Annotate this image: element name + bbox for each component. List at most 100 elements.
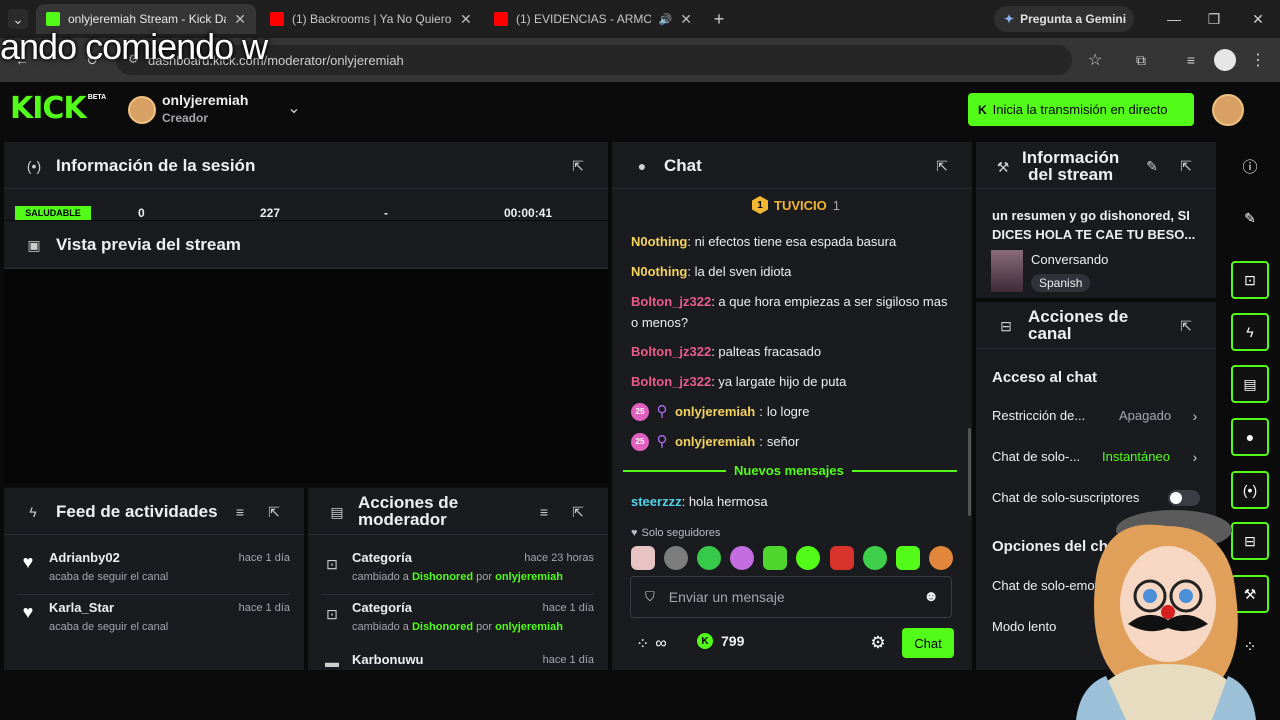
chat-message: 25 ⚲ onlyjeremiah: señor: [631, 431, 951, 452]
go-live-button[interactable]: K Inicia la transmisión en directo: [968, 93, 1194, 126]
rail-screen-capture-icon[interactable]: ⊡: [1231, 261, 1269, 299]
pinned-gifter[interactable]: 1 TUVICIO 1: [752, 196, 840, 214]
chat-username[interactable]: Bolton_jz322: [631, 344, 711, 359]
chevron-right-icon[interactable]: ›: [1188, 448, 1202, 466]
emote-icon[interactable]: [763, 546, 787, 570]
chat-username[interactable]: onlyjeremiah: [675, 431, 755, 452]
action-label: Categoría: [352, 550, 412, 565]
setting-value[interactable]: Instantáneo: [1102, 449, 1170, 464]
chat-settings-gear-icon[interactable]: ⚙: [868, 633, 888, 653]
edit-pencil-icon[interactable]: ✎: [1142, 156, 1162, 176]
info-icon[interactable]: ⓘ: [1240, 156, 1260, 176]
chat-input[interactable]: ⛉ Enviar un mensaje ☻: [630, 576, 952, 618]
rail-chat-icon[interactable]: ●: [1231, 418, 1269, 456]
emote-icon[interactable]: [730, 546, 754, 570]
tab-title: onlyjeremiah Stream - Kick Das: [68, 12, 227, 26]
close-tab-icon[interactable]: ✕: [460, 11, 472, 28]
popout-icon[interactable]: ⇱: [264, 502, 284, 522]
kick-logo[interactable]: KICK BETA: [10, 94, 106, 124]
channel-role: Creador: [162, 111, 209, 125]
tab-evidencias[interactable]: (1) EVIDENCIAS - ARMONIA 🔊 ✕: [484, 4, 702, 34]
chat-username[interactable]: N0othing: [631, 234, 687, 249]
new-tab-icon[interactable]: +: [708, 8, 730, 30]
chat-send-button[interactable]: Chat: [902, 628, 954, 658]
feed-desc: acaba de seguir el canal: [49, 571, 169, 583]
chat-input-placeholder: Enviar un mensaje: [668, 589, 785, 605]
chat-scrollbar[interactable]: [968, 428, 971, 516]
chat-username[interactable]: Bolton_jz322: [631, 374, 711, 389]
extensions-icon[interactable]: ⧉: [1130, 49, 1152, 71]
category-icon: ⊡: [326, 605, 338, 622]
minimize-icon[interactable]: —: [1164, 9, 1184, 29]
filter-icon[interactable]: ≡: [534, 502, 554, 522]
chat-username[interactable]: steerzzz: [631, 494, 682, 509]
document-icon: ▤: [330, 503, 344, 520]
profile-avatar-icon[interactable]: [1214, 49, 1236, 71]
user-avatar[interactable]: [1212, 94, 1244, 126]
title-line: Acciones de: [1028, 307, 1129, 326]
popout-icon[interactable]: ⇱: [1176, 316, 1196, 336]
emote-icon[interactable]: [896, 546, 920, 570]
emote-icon[interactable]: [664, 546, 688, 570]
tab-title: (1) EVIDENCIAS - ARMONIA: [516, 12, 651, 26]
setting-value[interactable]: Apagado: [1119, 408, 1171, 423]
infinity-icon: ∞: [655, 635, 667, 652]
action-time: hace 1 día: [542, 602, 594, 614]
speaker-icon[interactable]: 🔊: [659, 13, 673, 26]
emote-icon[interactable]: [830, 546, 854, 570]
action-user[interactable]: onlyjeremiah: [495, 621, 563, 633]
moderator-actions-panel: ▤ Acciones de moderador ≡ ⇱ ⊡ Categoría …: [308, 488, 608, 670]
media-queue-icon[interactable]: ≡: [1180, 49, 1202, 71]
maximize-icon[interactable]: ❐: [1204, 9, 1224, 29]
new-messages-label[interactable]: Nuevos mensajes: [726, 463, 852, 478]
chat-users-button[interactable]: ⁘ ∞: [636, 634, 667, 654]
edit-pencil-icon[interactable]: ✎: [1240, 208, 1260, 228]
rail-lightning-icon[interactable]: ϟ: [1231, 313, 1269, 351]
popout-icon[interactable]: ⇱: [568, 156, 588, 176]
emote-icon[interactable]: [929, 546, 953, 570]
chat-username[interactable]: N0othing: [631, 264, 687, 279]
popout-icon[interactable]: ⇱: [1176, 156, 1196, 176]
divider: [308, 534, 608, 535]
shield-icon[interactable]: ⛉: [645, 589, 655, 605]
sub-badge-icon: 25: [631, 432, 649, 451]
rail-document-icon[interactable]: ▤: [1231, 365, 1269, 403]
popout-icon[interactable]: ⇱: [568, 502, 588, 522]
browser-menu-icon[interactable]: ⋮: [1248, 49, 1268, 71]
chat-username[interactable]: onlyjeremiah: [675, 401, 755, 422]
tab-backrooms[interactable]: (1) Backrooms | Ya No Quiero I ✕: [260, 4, 482, 34]
emote-icon[interactable]: [796, 546, 820, 570]
feed-time: hace 1 día: [238, 602, 290, 614]
chat-text: ni efectos tiene esa espada basura: [694, 234, 897, 249]
action-value[interactable]: Dishonored: [412, 571, 473, 583]
channel-points[interactable]: K 799: [697, 633, 744, 649]
bookmark-star-icon[interactable]: ☆: [1084, 49, 1106, 71]
chat-message: 25 ⚲ onlyjeremiah: lo logre: [631, 401, 951, 422]
action-user[interactable]: onlyjeremiah: [495, 571, 563, 583]
setting-label[interactable]: Chat de solo-...: [992, 449, 1080, 464]
stream-category[interactable]: Conversando: [1031, 252, 1108, 267]
action-value[interactable]: Dishonored: [412, 621, 473, 633]
emote-icon[interactable]: [863, 546, 887, 570]
setting-label[interactable]: Restricción de...: [992, 408, 1085, 423]
close-tab-icon[interactable]: ✕: [680, 11, 692, 28]
emoji-picker-icon[interactable]: ☻: [923, 588, 939, 605]
popout-icon[interactable]: ⇱: [932, 156, 952, 176]
chat-username[interactable]: Bolton_jz322: [631, 294, 711, 309]
wrench-icon: ⚒: [996, 158, 1010, 175]
action-prefix: cambiado a: [352, 571, 409, 583]
session-info-title: Información de la sesión: [56, 156, 256, 175]
emote-icon[interactable]: [631, 546, 655, 570]
setting-label[interactable]: Modo lento: [992, 619, 1056, 634]
title-line: Acciones de: [358, 493, 459, 512]
close-tab-icon[interactable]: ✕: [234, 11, 246, 28]
emote-icon[interactable]: [697, 546, 721, 570]
chat-text: la del sven idiota: [694, 264, 792, 279]
filter-icon[interactable]: ≡: [230, 502, 250, 522]
chevron-right-icon[interactable]: ›: [1188, 407, 1202, 425]
action-label: Karbonuwu: [352, 652, 424, 667]
channel-switcher-chevron-down-icon[interactable]: ⌄: [284, 98, 304, 118]
close-window-icon[interactable]: ✕: [1248, 9, 1268, 29]
action-by: por: [476, 621, 493, 633]
gemini-button[interactable]: ✦ Pregunta a Gemini: [994, 6, 1134, 32]
